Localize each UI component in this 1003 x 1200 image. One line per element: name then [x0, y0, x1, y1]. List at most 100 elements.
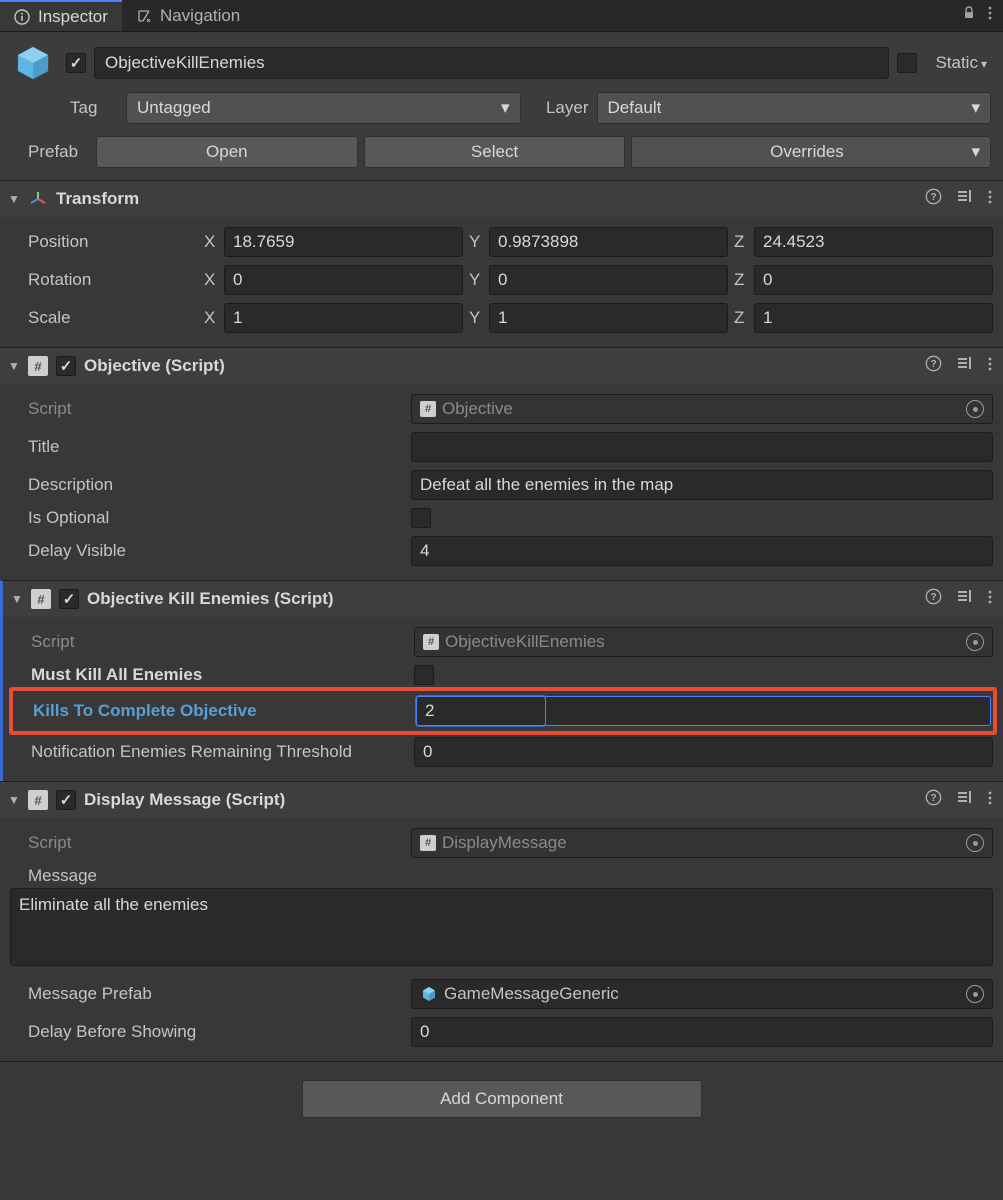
- notification-threshold-input[interactable]: [414, 737, 993, 767]
- layer-value: Default: [608, 98, 662, 118]
- script-icon: #: [31, 589, 51, 609]
- display-message-title: Display Message (Script): [84, 790, 917, 810]
- must-kill-label: Must Kill All Enemies: [13, 665, 408, 685]
- rotation-x-input[interactable]: [224, 265, 463, 295]
- svg-text:?: ?: [930, 793, 936, 804]
- prefab-overrides-dropdown[interactable]: Overrides ▾: [631, 136, 991, 168]
- chevron-down-icon: ▾: [501, 98, 510, 118]
- help-icon[interactable]: ?: [925, 188, 942, 210]
- must-kill-checkbox[interactable]: [414, 665, 434, 685]
- preset-icon[interactable]: [956, 789, 973, 811]
- script-icon: #: [28, 790, 48, 810]
- tab-inspector[interactable]: Inspector: [0, 0, 122, 31]
- object-picker-icon[interactable]: [966, 834, 984, 852]
- rotation-z-input[interactable]: [754, 265, 993, 295]
- script-label: Script: [10, 399, 405, 419]
- delay-visible-input[interactable]: [411, 536, 993, 566]
- chevron-down-icon: ▾: [971, 98, 980, 118]
- tab-bar: Inspector Navigation: [0, 0, 1003, 32]
- delay-before-showing-input[interactable]: [411, 1017, 993, 1047]
- foldout-icon[interactable]: ▼: [8, 192, 20, 206]
- tag-label: Tag: [70, 98, 118, 118]
- layer-dropdown[interactable]: Default ▾: [597, 92, 992, 124]
- script-field: #Objective: [411, 394, 993, 424]
- tab-navigation[interactable]: Navigation: [122, 0, 254, 31]
- help-icon[interactable]: ?: [925, 355, 942, 377]
- description-input[interactable]: [411, 470, 993, 500]
- component-menu-icon[interactable]: [987, 189, 993, 210]
- component-objective-kill-enemies: ▼ # Objective Kill Enemies (Script) ? Sc…: [0, 580, 1003, 781]
- gameobject-name-input[interactable]: [94, 47, 889, 79]
- delay-before-showing-label: Delay Before Showing: [10, 1022, 405, 1042]
- navigation-icon: [136, 8, 152, 24]
- x-label: X: [204, 232, 220, 252]
- gameobject-enabled-checkbox[interactable]: [66, 53, 86, 73]
- object-picker-icon[interactable]: [966, 400, 984, 418]
- rotation-label: Rotation: [10, 270, 198, 290]
- scale-x-input[interactable]: [224, 303, 463, 333]
- title-prop-label: Title: [10, 437, 405, 457]
- scale-label: Scale: [10, 308, 198, 328]
- kills-to-complete-label: Kills To Complete Objective: [15, 701, 410, 721]
- prefab-open-button[interactable]: Open: [96, 136, 358, 168]
- scale-y-input[interactable]: [489, 303, 728, 333]
- add-component-button[interactable]: Add Component: [302, 1080, 702, 1118]
- y-label: Y: [469, 232, 485, 252]
- title-input[interactable]: [411, 432, 993, 462]
- is-optional-checkbox[interactable]: [411, 508, 431, 528]
- component-objective: ▼ # Objective (Script) ? Script #Objecti…: [0, 347, 1003, 580]
- objective-enabled-checkbox[interactable]: [56, 356, 76, 376]
- kill-enemies-enabled-checkbox[interactable]: [59, 589, 79, 609]
- preset-icon[interactable]: [956, 188, 973, 210]
- message-prefab-field[interactable]: GameMessageGeneric: [411, 979, 993, 1009]
- display-message-enabled-checkbox[interactable]: [56, 790, 76, 810]
- prefab-label: Prefab: [12, 142, 90, 162]
- position-x-input[interactable]: [224, 227, 463, 257]
- object-picker-icon[interactable]: [966, 985, 984, 1003]
- svg-text:?: ?: [930, 192, 936, 203]
- rotation-y-input[interactable]: [489, 265, 728, 295]
- info-icon: [14, 9, 30, 25]
- component-menu-icon[interactable]: [987, 589, 993, 610]
- layer-label: Layer: [529, 98, 589, 118]
- prefab-overrides-label: Overrides: [770, 142, 844, 162]
- z-label: Z: [734, 232, 750, 252]
- chevron-down-icon: ▾: [971, 142, 980, 162]
- hash-icon: #: [420, 835, 436, 851]
- component-transform: ▼ Transform ? Position X Y Z Rotation X …: [0, 180, 1003, 347]
- is-optional-label: Is Optional: [10, 508, 405, 528]
- component-menu-icon[interactable]: [987, 790, 993, 811]
- script-label: Script: [10, 833, 405, 853]
- script-field: #ObjectiveKillEnemies: [414, 627, 993, 657]
- transform-title: Transform: [56, 189, 917, 209]
- position-z-input[interactable]: [754, 227, 993, 257]
- position-y-input[interactable]: [489, 227, 728, 257]
- help-icon[interactable]: ?: [925, 789, 942, 811]
- component-menu-icon[interactable]: [987, 356, 993, 377]
- object-picker-icon[interactable]: [966, 633, 984, 651]
- prefab-select-button[interactable]: Select: [364, 136, 626, 168]
- scale-z-input[interactable]: [754, 303, 993, 333]
- svg-text:?: ?: [930, 359, 936, 370]
- preset-icon[interactable]: [956, 588, 973, 610]
- foldout-icon[interactable]: ▼: [11, 592, 23, 606]
- foldout-icon[interactable]: ▼: [8, 793, 20, 807]
- kill-enemies-title: Objective Kill Enemies (Script): [87, 589, 917, 609]
- gameobject-header: Static Tag Untagged ▾ Layer Default ▾ Pr…: [0, 32, 1003, 180]
- foldout-icon[interactable]: ▼: [8, 359, 20, 373]
- lock-icon[interactable]: [961, 5, 977, 26]
- static-checkbox[interactable]: [897, 53, 917, 73]
- tab-navigation-label: Navigation: [160, 6, 240, 26]
- svg-text:?: ?: [930, 592, 936, 603]
- hash-icon: #: [423, 634, 439, 650]
- transform-icon: [28, 189, 48, 209]
- position-label: Position: [10, 232, 198, 252]
- description-label: Description: [10, 475, 405, 495]
- static-dropdown[interactable]: Static: [925, 53, 991, 73]
- tab-menu-icon[interactable]: [987, 5, 993, 26]
- message-textarea[interactable]: [10, 888, 993, 966]
- help-icon[interactable]: ?: [925, 588, 942, 610]
- kills-to-complete-input[interactable]: [416, 696, 546, 726]
- tag-dropdown[interactable]: Untagged ▾: [126, 92, 521, 124]
- preset-icon[interactable]: [956, 355, 973, 377]
